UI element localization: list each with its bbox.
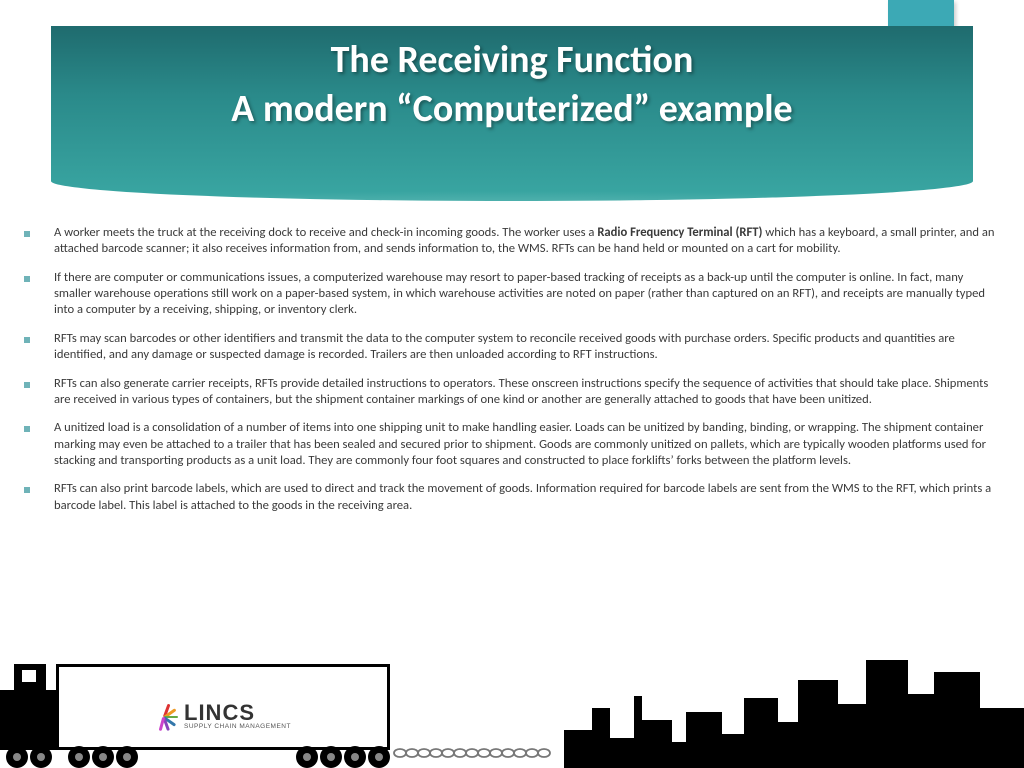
bullet-marker-icon [24,231,30,237]
title-line-1: The Receiving Function [51,36,973,85]
slide-title: The Receiving Function A modern “Compute… [51,36,973,135]
bullet-item: A worker meets the truck at the receivin… [20,225,1000,258]
bullet-marker-icon [24,487,30,493]
bullet-text: A unitized load is a consolidation of a … [54,420,1000,469]
bullet-item: RFTs can also print barcode labels, whic… [20,481,1000,514]
chain-graphic [392,746,562,760]
bullet-item: RFTs may scan barcodes or other identifi… [20,331,1000,364]
body-content: A worker meets the truck at the receivin… [20,225,1000,526]
wheel-icon [296,746,318,768]
bullet-marker-icon [24,382,30,388]
logo-main-text: LINCS [184,702,291,724]
wheel-icon [344,746,366,768]
wheel-icon [320,746,342,768]
wheel-icon [68,746,90,768]
bullet-text: RFTs may scan barcodes or other identifi… [54,331,1000,364]
bullet-marker-icon [24,337,30,343]
lincs-logo: LINCS SUPPLY CHAIN MANAGEMENT [150,702,310,731]
wheel-icon [116,746,138,768]
logo-sub-text: SUPPLY CHAIN MANAGEMENT [184,724,291,731]
wheel-icon [6,746,28,768]
truck-cab [0,690,56,750]
footer-graphics: LINCS SUPPLY CHAIN MANAGEMENT [0,648,1024,768]
bullet-text: If there are computer or communications … [54,270,1000,319]
wheel-icon [30,746,52,768]
bullet-text: RFTs can also generate carrier receipts,… [54,376,1000,409]
bullet-item: If there are computer or communications … [20,270,1000,319]
bullet-marker-icon [24,426,30,432]
bullet-text: RFTs can also print barcode labels, whic… [54,481,1000,514]
title-banner: The Receiving Function A modern “Compute… [51,26,973,201]
wheel-icon [368,746,390,768]
city-skyline [564,648,1024,768]
logo-burst-icon [150,702,178,730]
bullet-item: A unitized load is a consolidation of a … [20,420,1000,469]
bullet-marker-icon [24,276,30,282]
wheel-icon [92,746,114,768]
title-line-2: A modern “Computerized” example [51,85,973,134]
bullet-item: RFTs can also generate carrier receipts,… [20,376,1000,409]
bullet-text: A worker meets the truck at the receivin… [54,225,1000,258]
